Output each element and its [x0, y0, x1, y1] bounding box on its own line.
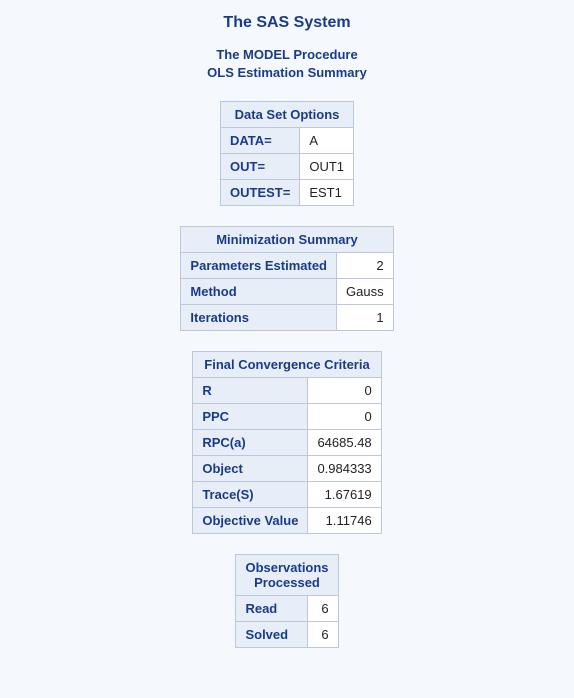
subtitle-summary: OLS Estimation Summary — [207, 65, 367, 80]
row-label: OUTEST= — [221, 180, 300, 206]
row-value: 0 — [308, 404, 381, 430]
row-value: A — [300, 128, 354, 154]
table-row: Trace(S) 1.67619 — [193, 482, 381, 508]
table-row: PPC 0 — [193, 404, 381, 430]
row-label: Objective Value — [193, 508, 308, 534]
row-label: DATA= — [221, 128, 300, 154]
minimization-summary-table: Minimization Summary Parameters Estimate… — [180, 226, 393, 331]
row-label: PPC — [193, 404, 308, 430]
table-row: Iterations 1 — [181, 305, 393, 331]
caption-line: Observations — [245, 560, 328, 575]
table-row: R 0 — [193, 378, 381, 404]
row-label: Object — [193, 456, 308, 482]
row-value: 6 — [308, 596, 339, 622]
row-value: 64685.48 — [308, 430, 381, 456]
caption-line: Processed — [254, 575, 320, 590]
row-label: RPC(a) — [193, 430, 308, 456]
row-label: Read — [236, 596, 308, 622]
row-value: 1.11746 — [308, 508, 381, 534]
row-value: 1 — [337, 305, 394, 331]
final-convergence-criteria-table: Final Convergence Criteria R 0 PPC 0 RPC… — [192, 351, 381, 534]
table-row: RPC(a) 64685.48 — [193, 430, 381, 456]
row-label: Trace(S) — [193, 482, 308, 508]
row-value: 2 — [337, 253, 394, 279]
table-caption: Final Convergence Criteria — [193, 352, 381, 378]
table-row: DATA= A — [221, 128, 354, 154]
row-value: 1.67619 — [308, 482, 381, 508]
row-value: EST1 — [300, 180, 354, 206]
row-label: Parameters Estimated — [181, 253, 337, 279]
row-value: 0.984333 — [308, 456, 381, 482]
observations-processed-table: Observations Processed Read 6 Solved 6 — [235, 554, 338, 648]
row-value: OUT1 — [300, 154, 354, 180]
table-row: Parameters Estimated 2 — [181, 253, 393, 279]
table-row: OUTEST= EST1 — [221, 180, 354, 206]
table-row: Object 0.984333 — [193, 456, 381, 482]
table-row: OUT= OUT1 — [221, 154, 354, 180]
row-label: OUT= — [221, 154, 300, 180]
page-title: The SAS System — [0, 14, 574, 32]
row-label: R — [193, 378, 308, 404]
page-subtitle: The MODEL Procedure OLS Estimation Summa… — [0, 46, 574, 81]
table-row: Solved 6 — [236, 622, 338, 648]
subtitle-procedure: The MODEL Procedure — [216, 47, 357, 62]
row-value: 0 — [308, 378, 381, 404]
row-label: Solved — [236, 622, 308, 648]
row-value: Gauss — [337, 279, 394, 305]
row-value: 6 — [308, 622, 339, 648]
data-set-options-table: Data Set Options DATA= A OUT= OUT1 OUTES… — [220, 101, 354, 206]
row-label: Iterations — [181, 305, 337, 331]
table-caption: Observations Processed — [236, 555, 338, 596]
table-row: Method Gauss — [181, 279, 393, 305]
table-row: Objective Value 1.11746 — [193, 508, 381, 534]
table-row: Read 6 — [236, 596, 338, 622]
table-caption: Data Set Options — [221, 102, 354, 128]
row-label: Method — [181, 279, 337, 305]
table-caption: Minimization Summary — [181, 227, 393, 253]
